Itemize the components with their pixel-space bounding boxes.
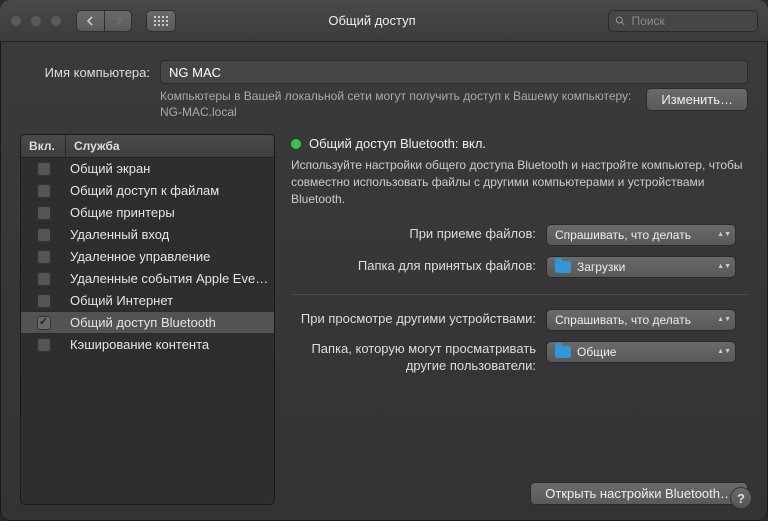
forward-button[interactable] xyxy=(104,10,132,32)
table-row[interactable]: Удаленный вход xyxy=(21,224,274,246)
browse-folder-label: Папка, которую могут просматривать други… xyxy=(291,341,536,375)
computer-name-input[interactable] xyxy=(160,60,748,84)
button-row: Открыть настройки Bluetooth… xyxy=(291,482,748,505)
computer-name-label: Имя компьютера: xyxy=(20,65,150,80)
close-window-button[interactable] xyxy=(10,15,22,27)
table-row[interactable]: Удаленное управление xyxy=(21,246,274,268)
browse-folder-select[interactable]: Общие ▲▼ xyxy=(546,341,736,363)
service-label: Общие принтеры xyxy=(66,205,274,220)
table-row[interactable]: Общий экран xyxy=(21,158,274,180)
minimize-window-button[interactable] xyxy=(30,15,42,27)
updown-icon: ▲▼ xyxy=(717,264,731,270)
services-table: Вкл. Служба Общий экран Общий доступ к фа… xyxy=(20,134,275,505)
browse-action-value: Спрашивать, что делать xyxy=(555,313,691,327)
col-header-on[interactable]: Вкл. xyxy=(21,135,66,157)
table-row[interactable]: Общий доступ к файлам xyxy=(21,180,274,202)
help-button[interactable]: ? xyxy=(730,487,752,509)
status-indicator-icon xyxy=(291,139,301,149)
service-checkbox[interactable] xyxy=(37,294,51,308)
service-label: Общий доступ Bluetooth xyxy=(66,315,274,330)
service-checkbox[interactable] xyxy=(37,272,51,286)
open-bluetooth-settings-button[interactable]: Открыть настройки Bluetooth… xyxy=(530,482,748,505)
computer-name-hint-row: Компьютеры в Вашей локальной сети могут … xyxy=(20,88,748,120)
browse-folder-value: Общие xyxy=(577,345,616,359)
receive-action-value: Спрашивать, что делать xyxy=(555,228,691,242)
grid-icon xyxy=(154,16,168,26)
content-area: Имя компьютера: Компьютеры в Вашей локал… xyxy=(0,42,768,521)
service-checkbox[interactable] xyxy=(37,162,51,176)
divider xyxy=(291,294,748,295)
chevron-right-icon xyxy=(114,16,123,26)
receive-folder-select[interactable]: Загрузки ▲▼ xyxy=(546,256,736,278)
service-checkbox[interactable] xyxy=(37,206,51,220)
browse-action-select[interactable]: Спрашивать, что делать ▲▼ xyxy=(546,309,736,331)
receive-folder-label: Папка для принятых файлов: xyxy=(291,258,536,275)
browse-action-label: При просмотре другими устройствами: xyxy=(291,311,536,328)
folder-icon xyxy=(555,261,571,273)
table-row[interactable]: Общие принтеры xyxy=(21,202,274,224)
window-title: Общий доступ xyxy=(184,13,600,28)
updown-icon: ▲▼ xyxy=(717,232,731,238)
table-body: Общий экран Общий доступ к файлам Общие пр… xyxy=(21,158,274,504)
updown-icon: ▲▼ xyxy=(717,317,731,323)
folder-icon xyxy=(555,346,571,358)
search-input[interactable] xyxy=(632,14,751,28)
service-label: Удаленный вход xyxy=(66,227,274,242)
receive-action-row: При приеме файлов: Спрашивать, что делат… xyxy=(291,224,748,246)
table-row[interactable]: Общий доступ Bluetooth xyxy=(21,312,274,334)
computer-name-row: Имя компьютера: xyxy=(20,60,748,84)
service-checkbox[interactable] xyxy=(37,228,51,242)
col-header-service[interactable]: Служба xyxy=(66,135,274,157)
chevron-left-icon xyxy=(86,16,95,26)
receive-folder-value: Загрузки xyxy=(577,260,625,274)
browse-action-row: При просмотре другими устройствами: Спра… xyxy=(291,309,748,331)
sharing-preferences-window: Общий доступ Имя компьютера: Компьютеры … xyxy=(0,0,768,521)
computer-name-hint: Компьютеры в Вашей локальной сети могут … xyxy=(160,88,636,120)
search-icon xyxy=(615,15,626,27)
table-row[interactable]: Удаленные события Apple Events xyxy=(21,268,274,290)
table-row[interactable]: Кэширование контента xyxy=(21,334,274,356)
search-field[interactable] xyxy=(608,10,758,32)
nav-buttons xyxy=(76,10,132,32)
status-text: Общий доступ Bluetooth: вкл. xyxy=(309,136,486,151)
updown-icon: ▲▼ xyxy=(717,349,731,355)
service-checkbox[interactable] xyxy=(37,316,51,330)
service-label: Общий Интернет xyxy=(66,293,274,308)
window-controls xyxy=(10,15,62,27)
back-button[interactable] xyxy=(76,10,104,32)
service-checkbox[interactable] xyxy=(37,184,51,198)
service-checkbox[interactable] xyxy=(37,338,51,352)
receive-folder-row: Папка для принятых файлов: Загрузки ▲▼ xyxy=(291,256,748,278)
service-label: Общий доступ к файлам xyxy=(66,183,274,198)
service-label: Удаленное управление xyxy=(66,249,274,264)
service-detail-panel: Общий доступ Bluetooth: вкл. Используйте… xyxy=(291,134,748,505)
table-header: Вкл. Служба xyxy=(21,135,274,158)
receive-action-select[interactable]: Спрашивать, что делать ▲▼ xyxy=(546,224,736,246)
browse-folder-row: Папка, которую могут просматривать други… xyxy=(291,341,748,375)
edit-button[interactable]: Изменить… xyxy=(646,88,748,111)
receive-action-label: При приеме файлов: xyxy=(291,226,536,243)
service-label: Удаленные события Apple Events xyxy=(66,271,274,286)
status-row: Общий доступ Bluetooth: вкл. xyxy=(291,136,748,151)
show-all-button[interactable] xyxy=(146,10,176,32)
service-description: Используйте настройки общего доступа Blu… xyxy=(291,157,748,207)
main-split: Вкл. Служба Общий экран Общий доступ к фа… xyxy=(20,134,748,505)
titlebar: Общий доступ xyxy=(0,0,768,42)
service-label: Общий экран xyxy=(66,161,274,176)
table-row[interactable]: Общий Интернет xyxy=(21,290,274,312)
zoom-window-button[interactable] xyxy=(50,15,62,27)
service-checkbox[interactable] xyxy=(37,250,51,264)
service-label: Кэширование контента xyxy=(66,337,274,352)
